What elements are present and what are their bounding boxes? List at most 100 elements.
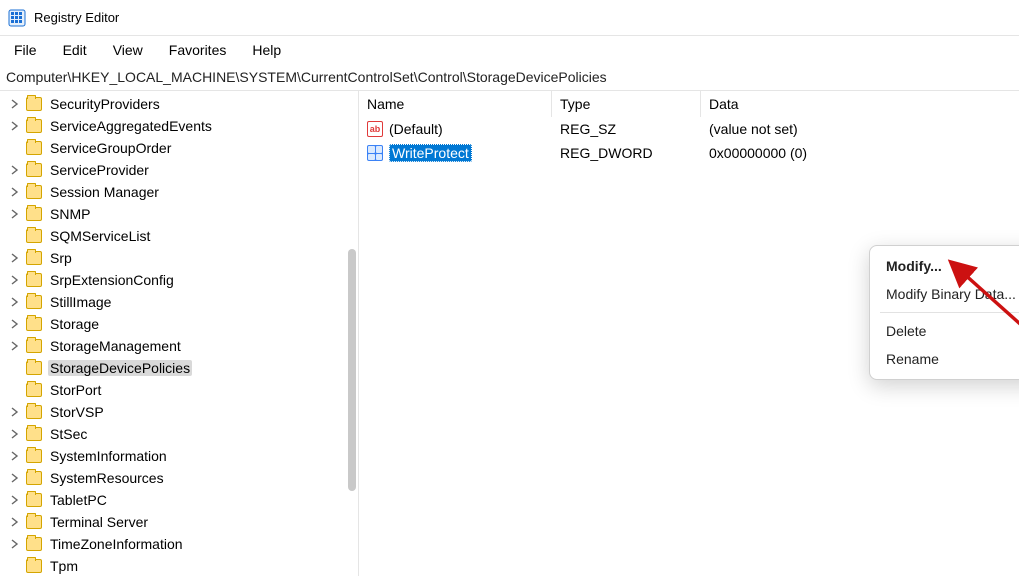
folder-icon: [26, 339, 42, 353]
chevron-right-icon[interactable]: [8, 121, 22, 131]
tree-item-label: SystemResources: [48, 470, 166, 486]
value-data: 0x00000000 (0): [701, 145, 1019, 161]
tree-scrollbar[interactable]: [348, 249, 356, 491]
folder-icon: [26, 119, 42, 133]
dword-value-icon: [367, 145, 383, 161]
chevron-right-icon[interactable]: [8, 187, 22, 197]
tree-item[interactable]: StorVSP: [0, 401, 358, 423]
tree-item-label: StorageManagement: [48, 338, 183, 354]
address-bar[interactable]: Computer\HKEY_LOCAL_MACHINE\SYSTEM\Curre…: [0, 64, 1019, 90]
value-row[interactable]: ab(Default)REG_SZ(value not set): [359, 117, 1019, 141]
tree-item[interactable]: StorPort: [0, 379, 358, 401]
folder-icon: [26, 537, 42, 551]
tree-item[interactable]: ServiceGroupOrder: [0, 137, 358, 159]
folder-icon: [26, 251, 42, 265]
tree-item-label: ServiceProvider: [48, 162, 151, 178]
main-split: SecurityProviders ServiceAggregatedEvents…: [0, 90, 1019, 576]
chevron-right-icon[interactable]: [8, 99, 22, 109]
address-text: Computer\HKEY_LOCAL_MACHINE\SYSTEM\Curre…: [6, 69, 607, 85]
chevron-right-icon[interactable]: [8, 319, 22, 329]
menu-help[interactable]: Help: [246, 40, 287, 60]
chevron-right-icon[interactable]: [8, 429, 22, 439]
tree-item-label: StorPort: [48, 382, 103, 398]
tree-item[interactable]: SrpExtensionConfig: [0, 269, 358, 291]
chevron-right-icon[interactable]: [8, 495, 22, 505]
folder-icon: [26, 97, 42, 111]
tree-item[interactable]: SystemResources: [0, 467, 358, 489]
tree-item[interactable]: StillImage: [0, 291, 358, 313]
folder-icon: [26, 273, 42, 287]
column-name[interactable]: Name: [359, 91, 552, 117]
string-value-icon: ab: [367, 121, 383, 137]
menu-edit[interactable]: Edit: [57, 40, 93, 60]
tree-item-label: SNMP: [48, 206, 92, 222]
menu-view[interactable]: View: [107, 40, 149, 60]
tree-item-label: Tpm: [48, 558, 80, 574]
column-type[interactable]: Type: [552, 91, 701, 117]
chevron-right-icon[interactable]: [8, 275, 22, 285]
value-type: REG_DWORD: [552, 145, 701, 161]
tree-item[interactable]: Session Manager: [0, 181, 358, 203]
chevron-right-icon[interactable]: [8, 473, 22, 483]
tree-item[interactable]: TimeZoneInformation: [0, 533, 358, 555]
chevron-right-icon[interactable]: [8, 253, 22, 263]
tree-item[interactable]: StorageManagement: [0, 335, 358, 357]
menu-separator: [880, 312, 1019, 313]
tree-item[interactable]: Terminal Server: [0, 511, 358, 533]
menu-favorites[interactable]: Favorites: [163, 40, 233, 60]
folder-icon: [26, 207, 42, 221]
value-row[interactable]: WriteProtect REG_DWORD0x00000000 (0): [359, 141, 1019, 165]
chevron-right-icon[interactable]: [8, 297, 22, 307]
folder-icon: [26, 559, 42, 573]
chevron-right-icon[interactable]: [8, 341, 22, 351]
folder-icon: [26, 361, 42, 375]
folder-icon: [26, 493, 42, 507]
tree-item-label: TabletPC: [48, 492, 109, 508]
tree-item[interactable]: TabletPC: [0, 489, 358, 511]
folder-icon: [26, 141, 42, 155]
chevron-right-icon[interactable]: [8, 539, 22, 549]
menu-modify[interactable]: Modify...: [874, 252, 1019, 280]
column-data[interactable]: Data: [701, 91, 1019, 117]
tree-item-label: StorageDevicePolicies: [48, 360, 192, 376]
list-body[interactable]: ab(Default)REG_SZ(value not set)WritePro…: [359, 117, 1019, 165]
menu-rename[interactable]: Rename: [874, 345, 1019, 373]
tree-item[interactable]: StorageDevicePolicies: [0, 357, 358, 379]
folder-icon: [26, 163, 42, 177]
menu-delete[interactable]: Delete: [874, 317, 1019, 345]
title-bar: Registry Editor: [0, 0, 1019, 36]
tree-item[interactable]: SQMServiceList: [0, 225, 358, 247]
tree-item[interactable]: Srp: [0, 247, 358, 269]
folder-icon: [26, 295, 42, 309]
chevron-right-icon[interactable]: [8, 407, 22, 417]
tree-item-label: SrpExtensionConfig: [48, 272, 176, 288]
tree-item[interactable]: StSec: [0, 423, 358, 445]
app-icon: [8, 9, 26, 27]
tree-item-label: StSec: [48, 426, 89, 442]
tree-item-label: Storage: [48, 316, 101, 332]
tree-item-label: SecurityProviders: [48, 96, 162, 112]
menu-bar: File Edit View Favorites Help: [0, 36, 1019, 64]
tree-list[interactable]: SecurityProviders ServiceAggregatedEvents…: [0, 91, 358, 576]
folder-icon: [26, 471, 42, 485]
tree-item-label: TimeZoneInformation: [48, 536, 185, 552]
chevron-right-icon[interactable]: [8, 165, 22, 175]
folder-icon: [26, 515, 42, 529]
menu-file[interactable]: File: [8, 40, 43, 60]
tree-item[interactable]: ServiceProvider: [0, 159, 358, 181]
value-name: WriteProtect: [389, 144, 472, 162]
tree-item[interactable]: SNMP: [0, 203, 358, 225]
tree-item[interactable]: Storage: [0, 313, 358, 335]
menu-modify-binary[interactable]: Modify Binary Data...: [874, 280, 1019, 308]
tree-item[interactable]: SecurityProviders: [0, 93, 358, 115]
tree-item-label: Srp: [48, 250, 74, 266]
folder-icon: [26, 229, 42, 243]
tree-item-label: SQMServiceList: [48, 228, 152, 244]
chevron-right-icon[interactable]: [8, 517, 22, 527]
tree-item[interactable]: SystemInformation: [0, 445, 358, 467]
chevron-right-icon[interactable]: [8, 451, 22, 461]
tree-item[interactable]: Tpm: [0, 555, 358, 576]
chevron-right-icon[interactable]: [8, 209, 22, 219]
value-data: (value not set): [701, 121, 1019, 137]
tree-item[interactable]: ServiceAggregatedEvents: [0, 115, 358, 137]
